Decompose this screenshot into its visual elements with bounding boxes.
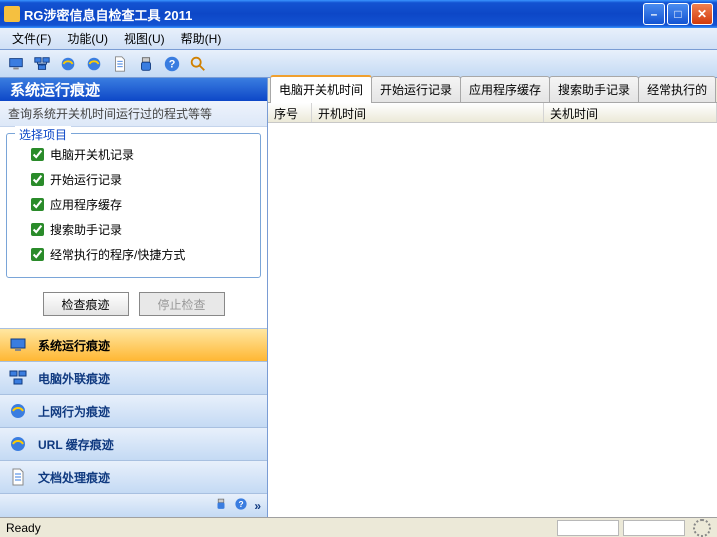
check-app-cache[interactable]: 应用程序缓存	[13, 192, 254, 217]
check-label: 搜索助手记录	[50, 221, 122, 238]
tab-freq-exec[interactable]: 经常执行的	[638, 76, 716, 102]
tool-document-icon[interactable]	[108, 52, 132, 76]
check-freq-exec[interactable]: 经常执行的程序/快捷方式	[13, 242, 254, 267]
footer-help-icon[interactable]: ?	[234, 497, 248, 514]
tab-run-log[interactable]: 开始运行记录	[371, 76, 461, 102]
menu-bar: 文件(F) 功能(U) 视图(U) 帮助(H)	[0, 28, 717, 50]
tab-app-cache[interactable]: 应用程序缓存	[460, 76, 550, 102]
nav-system-traces[interactable]: 系统运行痕迹	[0, 328, 267, 361]
menu-view[interactable]: 视图(U)	[116, 28, 173, 49]
fieldset-legend: 选择项目	[15, 126, 71, 143]
status-segment	[623, 520, 685, 536]
nav-list: 系统运行痕迹 电脑外联痕迹 上网行为痕迹 URL 缓存痕迹 文档处理痕迹 ?	[0, 328, 267, 517]
tool-help-icon[interactable]: ?	[160, 52, 184, 76]
sidebar: 系统运行痕迹 查询系统开关机时间运行过的程式等等 选择项目 电脑开关机记录 开始…	[0, 78, 268, 517]
checkbox[interactable]	[31, 173, 44, 186]
nav-internet-behavior[interactable]: 上网行为痕迹	[0, 394, 267, 427]
col-seq[interactable]: 序号	[268, 103, 312, 122]
nav-label: URL 缓存痕迹	[38, 436, 114, 453]
check-search-log[interactable]: 搜索助手记录	[13, 217, 254, 242]
nav-label: 上网行为痕迹	[38, 403, 110, 420]
sidebar-header: 系统运行痕迹	[0, 78, 267, 101]
nav-url-cache[interactable]: URL 缓存痕迹	[0, 427, 267, 460]
stop-check-button: 停止检查	[139, 292, 225, 316]
menu-function[interactable]: 功能(U)	[59, 28, 116, 49]
list-body	[268, 123, 717, 517]
tool-monitor-icon[interactable]	[4, 52, 28, 76]
check-power-log[interactable]: 电脑开关机记录	[13, 142, 254, 167]
col-power-off[interactable]: 关机时间	[544, 103, 717, 122]
tool-search-icon[interactable]	[186, 52, 210, 76]
col-power-on[interactable]: 开机时间	[312, 103, 544, 122]
checkbox[interactable]	[31, 148, 44, 161]
toolbar: ?	[0, 50, 717, 78]
tabs: 电脑开关机时间 开始运行记录 应用程序缓存 搜索助手记录 经常执行的	[268, 78, 717, 103]
menu-help[interactable]: 帮助(H)	[173, 28, 230, 49]
spinner-icon	[693, 519, 711, 537]
tool-ie-icon[interactable]	[56, 52, 80, 76]
close-button[interactable]: ✕	[691, 3, 713, 25]
ie-icon	[8, 434, 28, 454]
nav-footer: ? »	[0, 493, 267, 517]
title-bar: RG涉密信息自检查工具 2011 – □ ✕	[0, 0, 717, 28]
column-headers: 序号 开机时间 关机时间	[268, 103, 717, 123]
footer-usb-icon[interactable]	[214, 497, 228, 514]
window-title: RG涉密信息自检查工具 2011	[24, 5, 643, 24]
nav-external-conn[interactable]: 电脑外联痕迹	[0, 361, 267, 394]
svg-text:?: ?	[169, 58, 176, 70]
app-icon	[4, 6, 20, 22]
monitor-icon	[8, 335, 28, 355]
document-icon	[8, 467, 28, 487]
check-run-log[interactable]: 开始运行记录	[13, 167, 254, 192]
nav-label: 文档处理痕迹	[38, 469, 110, 486]
check-label: 应用程序缓存	[50, 196, 122, 213]
status-segment	[557, 520, 619, 536]
network-icon	[8, 368, 28, 388]
tool-ie2-icon[interactable]	[82, 52, 106, 76]
tool-usb-icon[interactable]	[134, 52, 158, 76]
checkbox[interactable]	[31, 248, 44, 261]
checkbox[interactable]	[31, 198, 44, 211]
status-bar: Ready	[0, 517, 717, 537]
footer-expand-icon[interactable]: »	[254, 499, 261, 513]
checkbox[interactable]	[31, 223, 44, 236]
ie-icon	[8, 401, 28, 421]
sidebar-description: 查询系统开关机时间运行过的程式等等	[0, 101, 267, 127]
maximize-button[interactable]: □	[667, 3, 689, 25]
check-label: 开始运行记录	[50, 171, 122, 188]
menu-file[interactable]: 文件(F)	[4, 28, 59, 49]
tool-network-icon[interactable]	[30, 52, 54, 76]
check-traces-button[interactable]: 检查痕迹	[43, 292, 129, 316]
nav-document-traces[interactable]: 文档处理痕迹	[0, 460, 267, 493]
tab-search-log[interactable]: 搜索助手记录	[549, 76, 639, 102]
tab-power-time[interactable]: 电脑开关机时间	[270, 75, 372, 103]
main-panel: 电脑开关机时间 开始运行记录 应用程序缓存 搜索助手记录 经常执行的 序号 开机…	[268, 78, 717, 517]
nav-label: 电脑外联痕迹	[38, 370, 110, 387]
nav-label: 系统运行痕迹	[38, 337, 110, 354]
svg-text:?: ?	[239, 499, 244, 509]
check-label: 电脑开关机记录	[50, 146, 134, 163]
check-label: 经常执行的程序/快捷方式	[50, 246, 185, 263]
minimize-button[interactable]: –	[643, 3, 665, 25]
options-fieldset: 选择项目 电脑开关机记录 开始运行记录 应用程序缓存 搜索助手记录 经常执行的程…	[6, 133, 261, 278]
status-text: Ready	[6, 521, 553, 535]
